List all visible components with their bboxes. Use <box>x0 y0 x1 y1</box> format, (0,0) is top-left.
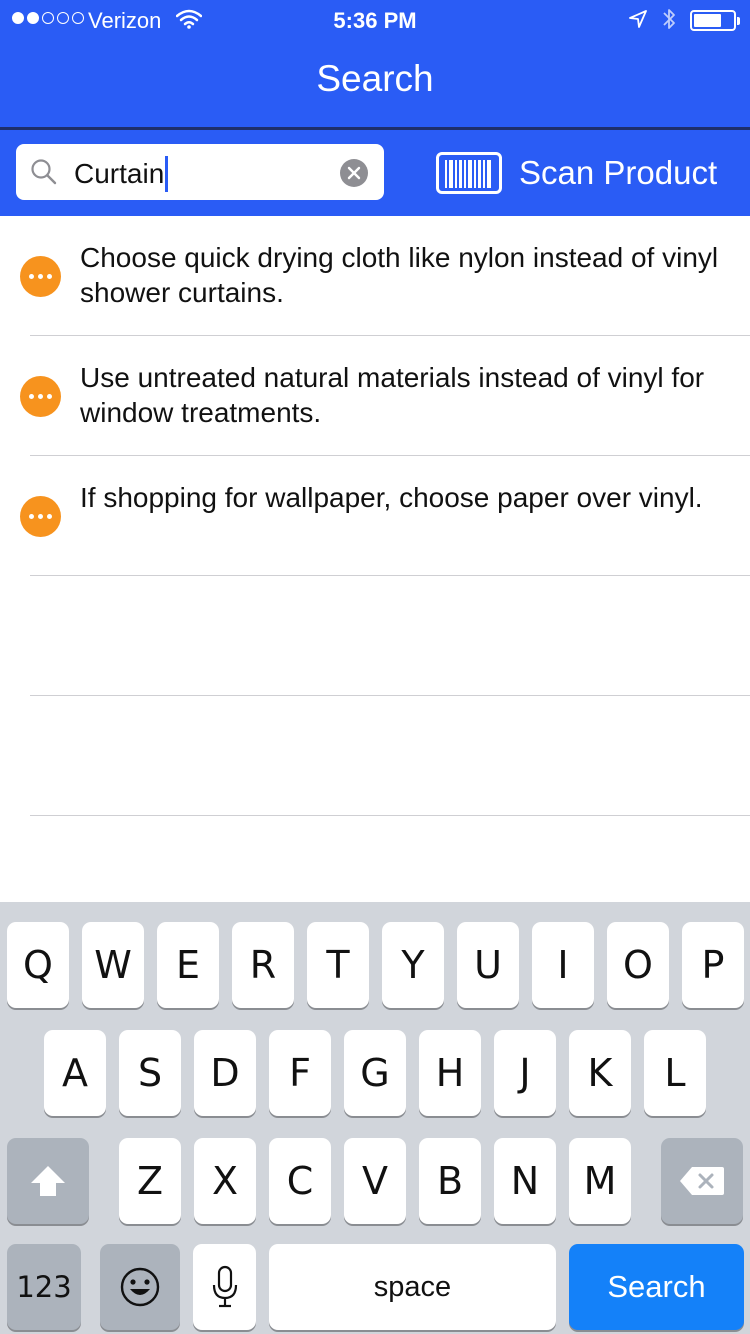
key-k[interactable]: K <box>569 1030 631 1116</box>
key-p[interactable]: P <box>682 922 744 1008</box>
key-s[interactable]: S <box>119 1030 181 1116</box>
empty-list-row <box>0 576 750 696</box>
key-x[interactable]: X <box>194 1138 256 1224</box>
search-return-key[interactable]: Search <box>569 1244 744 1330</box>
scan-product-button[interactable]: Scan Product <box>436 150 736 196</box>
microphone-icon <box>212 1265 237 1308</box>
search-input[interactable]: Curtain <box>16 144 384 200</box>
key-l[interactable]: L <box>644 1030 706 1116</box>
battery-icon <box>690 10 740 31</box>
key-d[interactable]: D <box>194 1030 256 1116</box>
backspace-icon <box>680 1167 724 1195</box>
scan-product-label: Scan Product <box>519 154 718 191</box>
shift-arrow-icon <box>31 1166 65 1196</box>
clear-icon[interactable] <box>340 159 368 187</box>
key-y[interactable]: Y <box>382 922 444 1008</box>
key-h[interactable]: H <box>419 1030 481 1116</box>
more-dots-icon[interactable] <box>20 496 61 537</box>
key-j[interactable]: J <box>494 1030 556 1116</box>
key-f[interactable]: F <box>269 1030 331 1116</box>
key-q[interactable]: Q <box>7 922 69 1008</box>
key-n[interactable]: N <box>494 1138 556 1224</box>
list-item[interactable]: Use untreated natural materials instead … <box>0 336 750 456</box>
key-b[interactable]: B <box>419 1138 481 1224</box>
key-t[interactable]: T <box>307 922 369 1008</box>
emoji-key[interactable] <box>100 1244 180 1330</box>
empty-list-row <box>0 696 750 816</box>
space-key[interactable]: space <box>269 1244 556 1330</box>
list-item-text: If shopping for wallpaper, choose paper … <box>80 482 703 513</box>
search-field-value: Curtain <box>74 156 169 192</box>
emoji-icon <box>120 1267 160 1307</box>
key-r[interactable]: R <box>232 922 294 1008</box>
keyboard: Q W E R T Y U I O P A S D F G H J K L Z … <box>0 902 750 1334</box>
key-w[interactable]: W <box>82 922 144 1008</box>
dictation-key[interactable] <box>193 1244 256 1330</box>
delete-key[interactable] <box>661 1138 743 1224</box>
status-bar: Verizon 5:36 PM <box>0 0 750 40</box>
location-arrow-icon <box>628 9 648 35</box>
more-dots-icon[interactable] <box>20 376 61 417</box>
key-o[interactable]: O <box>607 922 669 1008</box>
search-icon <box>30 158 58 191</box>
numbers-key[interactable]: 123 <box>7 1244 81 1330</box>
more-dots-icon[interactable] <box>20 256 61 297</box>
text-cursor <box>165 156 169 192</box>
list-item-text: Use untreated natural materials instead … <box>80 362 705 428</box>
key-v[interactable]: V <box>344 1138 406 1224</box>
list-item[interactable]: Choose quick drying cloth like nylon ins… <box>0 216 750 336</box>
key-c[interactable]: C <box>269 1138 331 1224</box>
key-g[interactable]: G <box>344 1030 406 1116</box>
header-divider <box>0 127 750 130</box>
page-title: Search <box>316 58 434 99</box>
key-e[interactable]: E <box>157 922 219 1008</box>
barcode-icon <box>436 152 502 194</box>
key-m[interactable]: M <box>569 1138 631 1224</box>
bluetooth-icon <box>662 7 676 37</box>
search-query: Curtain <box>74 158 165 189</box>
key-u[interactable]: U <box>457 922 519 1008</box>
list-item[interactable]: If shopping for wallpaper, choose paper … <box>0 456 750 576</box>
app-header: Verizon 5:36 PM Search Curtain Scan Prod… <box>0 0 750 216</box>
results-list: Choose quick drying cloth like nylon ins… <box>0 216 750 816</box>
list-item-text: Choose quick drying cloth like nylon ins… <box>80 242 719 308</box>
key-z[interactable]: Z <box>119 1138 181 1224</box>
key-a[interactable]: A <box>44 1030 106 1116</box>
shift-key[interactable] <box>7 1138 89 1224</box>
key-i[interactable]: I <box>532 922 594 1008</box>
